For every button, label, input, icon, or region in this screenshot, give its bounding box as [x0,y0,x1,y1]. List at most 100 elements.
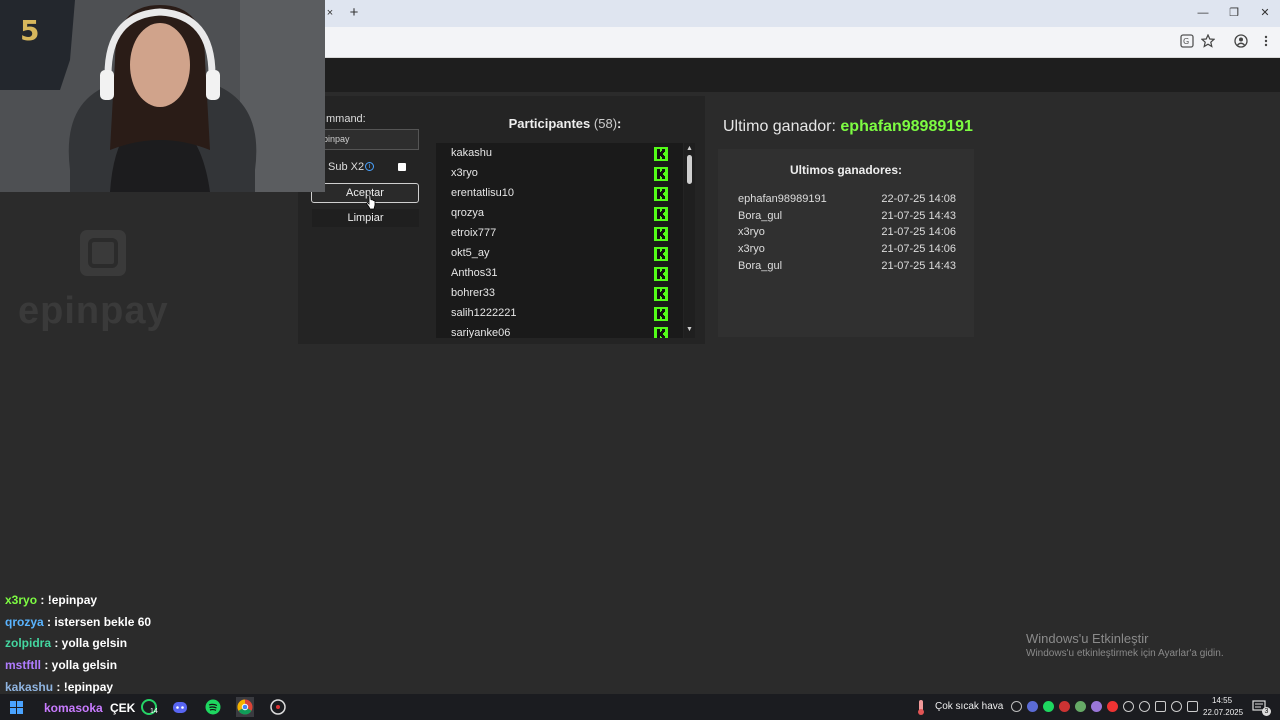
webcam-feed: 5 [0,0,325,192]
info-icon[interactable]: i [365,162,374,171]
winner-date: 21-07-25 14:06 [881,226,956,239]
participant-name: Anthos31 [451,267,498,279]
weather-text[interactable]: Çok sıcak hava [935,701,1003,712]
kick-icon [654,307,668,321]
participant-name: x3ryo [451,167,478,179]
participants-count: (58) [593,116,618,131]
spotify-tray-icon[interactable] [1043,701,1054,712]
whatsapp-badge: 14 [150,708,158,715]
svg-text:5: 5 [20,14,39,47]
participants-list[interactable]: kakashu x3ryo erentatlisu10 qrozya etroix777… [436,143,683,338]
translate-icon[interactable]: G [1179,34,1195,50]
spotify-icon[interactable] [204,697,222,717]
teams-icon[interactable] [1027,701,1038,712]
chat-username: x3ryo [5,593,38,607]
participant-row[interactable]: salih1222221 [436,303,683,323]
kick-icon [654,227,668,241]
pen-icon[interactable] [1091,701,1102,712]
clear-button[interactable]: Limpiar [312,209,419,227]
obs-icon[interactable] [269,697,287,717]
participant-row[interactable]: qrozya [436,203,683,223]
tab-close-icon[interactable]: × [323,6,337,20]
chat-message: zolpidra : yolla gelsin [5,636,127,650]
command-label: mmand: [326,113,366,125]
scroll-up-icon[interactable]: ▲ [686,145,693,152]
command-input[interactable]: pinpay [312,129,419,150]
nvidia-icon[interactable] [1075,701,1086,712]
kick-icon [654,207,668,221]
chat-text: : !epinpay [37,593,98,607]
participant-row[interactable]: kakashu [436,143,683,163]
participant-row[interactable]: sariyanke06 [436,323,683,338]
antivirus-icon[interactable] [1059,701,1070,712]
minimize-button[interactable]: — [1196,5,1210,21]
chat-username: mstftll [5,658,41,673]
chat-text: : yolla gelsin [51,636,128,651]
ticker-user: komasoka [44,701,103,715]
participant-row[interactable]: bohrer33 [436,283,683,303]
volume-icon[interactable] [1123,701,1134,712]
microphone-icon[interactable] [1171,701,1182,712]
star-icon[interactable] [1200,33,1216,50]
participant-row[interactable]: Anthos31 [436,263,683,283]
chat-message: kakashu : !epinpay [5,680,113,694]
clock-time[interactable]: 14:55 [1212,696,1232,705]
taskbar [0,694,1280,720]
profile-icon[interactable] [1233,34,1249,50]
participant-row[interactable]: erentatlisu10 [436,183,683,203]
winner-row: ephafan98989191 22-07-25 14:08 [738,193,956,209]
kick-icon [654,267,668,281]
windows-activate-subtitle: Windows'u etkinleştirmek için Ayarlar'a … [1026,648,1224,659]
close-window-button[interactable]: ✕ [1258,5,1272,21]
clock-date[interactable]: 22.07.2025 [1203,708,1243,717]
start-icon[interactable] [8,697,26,717]
winners-title: Ultimos ganadores: [789,163,903,177]
participant-row[interactable]: x3ryo [436,163,683,183]
winner-row: Bora_gul 21-07-25 14:43 [738,260,956,276]
participants-colon: : [617,116,622,131]
chat-username: kakashu [5,679,54,694]
chat-message: qrozya : istersen bekle 60 [5,615,151,629]
back-icon[interactable] [1139,701,1150,712]
accept-button[interactable]: Aceptar [311,183,419,203]
screenshot-icon[interactable] [1155,701,1166,712]
last-winner-name: ephafan98989191 [840,118,973,135]
restore-button[interactable]: ❐ [1227,5,1241,21]
participant-row[interactable]: okt5_ay [436,243,683,263]
sub-x2-checkbox[interactable] [398,163,406,171]
participant-name: sariyanke06 [451,327,511,338]
kick-icon [654,327,668,338]
sub-x2-label: Sub X2 [328,161,365,173]
network-icon[interactable] [1187,701,1198,712]
chrome-icon[interactable] [236,697,254,717]
mouse-cursor-icon [366,194,376,210]
scroll-down-icon[interactable]: ▼ [686,326,693,333]
kick-icon [654,147,668,161]
participant-name: etroix777 [451,227,497,239]
kick-icon [654,187,668,201]
menu-icon[interactable] [1258,34,1274,50]
chat-text: : istersen bekle 60 [43,614,152,629]
participants-title-text: Participantes [508,116,591,131]
last-winner: Ultimo ganador: ephafan98989191 [723,118,973,136]
windows-activate-title: Windows'u Etkinleştir [1026,631,1149,646]
record-icon[interactable] [1107,701,1118,712]
chat-username: qrozya [5,614,44,629]
winner-row: x3ryo 21-07-25 14:06 [738,243,956,259]
winner-name: Bora_gul [738,209,783,222]
epinpay-logo-icon [80,230,126,276]
discord-icon[interactable] [171,697,189,717]
scroll-thumb[interactable] [687,155,692,184]
chat-message: x3ryo : !epinpay [5,593,97,607]
new-tab-button[interactable]: + [346,4,362,22]
thermometer-icon[interactable] [914,697,928,717]
last-winner-label: Ultimo ganador: [723,118,836,135]
kick-icon [654,287,668,301]
participant-row[interactable]: etroix777 [436,223,683,243]
winner-date: 21-07-25 14:43 [881,259,956,272]
svg-text:G: G [1183,37,1189,46]
participant-name: okt5_ay [451,247,490,259]
epinpay-watermark: epinpay [18,290,169,332]
steam-icon[interactable] [1011,701,1022,712]
winner-row: Bora_gul 21-07-25 14:43 [738,210,956,226]
